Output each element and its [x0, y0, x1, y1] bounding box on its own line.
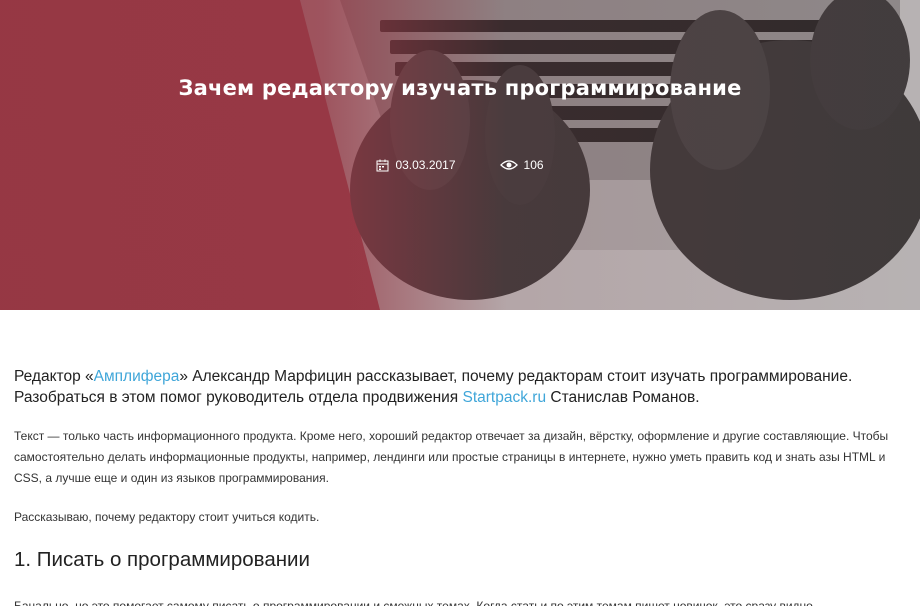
article-title: Зачем редактору изучать программирование	[178, 76, 742, 100]
article-meta: 03.03.2017 106	[0, 158, 920, 172]
eye-icon	[499, 159, 518, 171]
article-body: Редактор «Амплифера» Александр Марфицин …	[0, 310, 920, 606]
calendar-icon	[376, 159, 389, 172]
publish-date-text: 03.03.2017	[395, 158, 456, 172]
article-hero: Зачем редактору изучать программирование…	[0, 0, 920, 310]
amplifer-link[interactable]: Амплифера	[94, 368, 180, 385]
publish-date: 03.03.2017	[376, 158, 456, 172]
article-lead: Редактор «Амплифера» Александр Марфицин …	[14, 368, 853, 406]
article-paragraph: Рассказываю, почему редактору стоит учит…	[14, 510, 320, 524]
hero-color-overlay	[0, 0, 920, 310]
startpack-link[interactable]: Startpack.ru	[463, 389, 547, 406]
article-paragraph: Банально, но это помогает самому писать …	[14, 599, 829, 606]
view-count-text: 106	[523, 158, 544, 172]
section-heading: 1. Писать о программировании	[14, 548, 310, 571]
article-paragraph: Текст — только часть информационного про…	[14, 429, 889, 485]
view-count: 106	[499, 158, 544, 172]
